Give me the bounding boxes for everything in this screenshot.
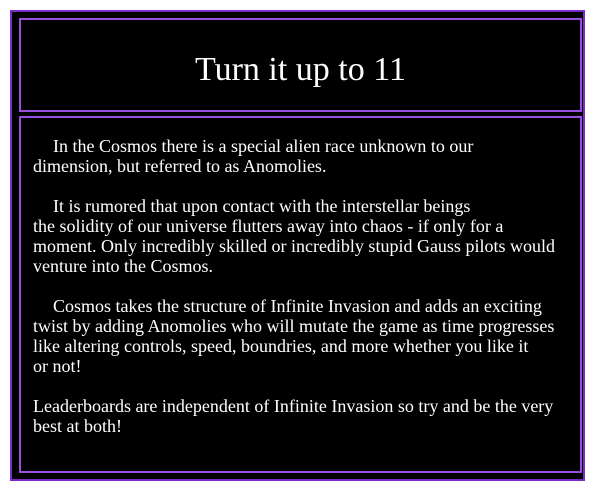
paragraph-1-line-1: In the Cosmos there is a special alien r… — [53, 136, 474, 156]
paragraph-1-line-2: dimension, but referred to as Anomolies. — [33, 156, 327, 176]
description-panel: In the Cosmos there is a special alien r… — [19, 116, 582, 473]
paragraph-2-line-4: venture into the Cosmos. — [33, 256, 213, 276]
paragraph-4-line-1: Leaderboards are independent of Infinite… — [33, 396, 554, 416]
paragraph-2-line-2: the solidity of our universe flutters aw… — [33, 216, 504, 236]
paragraph-3-line-1: Cosmos takes the structure of Infinite I… — [53, 296, 542, 316]
paragraph-2-line-3: moment. Only incredibly skilled or incre… — [33, 236, 555, 256]
title-panel: Turn it up to 11 — [19, 18, 582, 112]
paragraph-3-line-3: like altering controls, speed, boundries… — [33, 336, 529, 356]
paragraph-3-line-2: twist by adding Anomolies who will mutat… — [33, 316, 555, 336]
paragraph-2-line-1: It is rumored that upon contact with the… — [53, 196, 471, 216]
page-title: Turn it up to 11 — [195, 51, 406, 88]
paragraph-4-line-2: best at both! — [33, 416, 122, 436]
paragraph-3-line-4: or not! — [33, 356, 82, 376]
description-text: In the Cosmos there is a special alien r… — [33, 136, 593, 436]
